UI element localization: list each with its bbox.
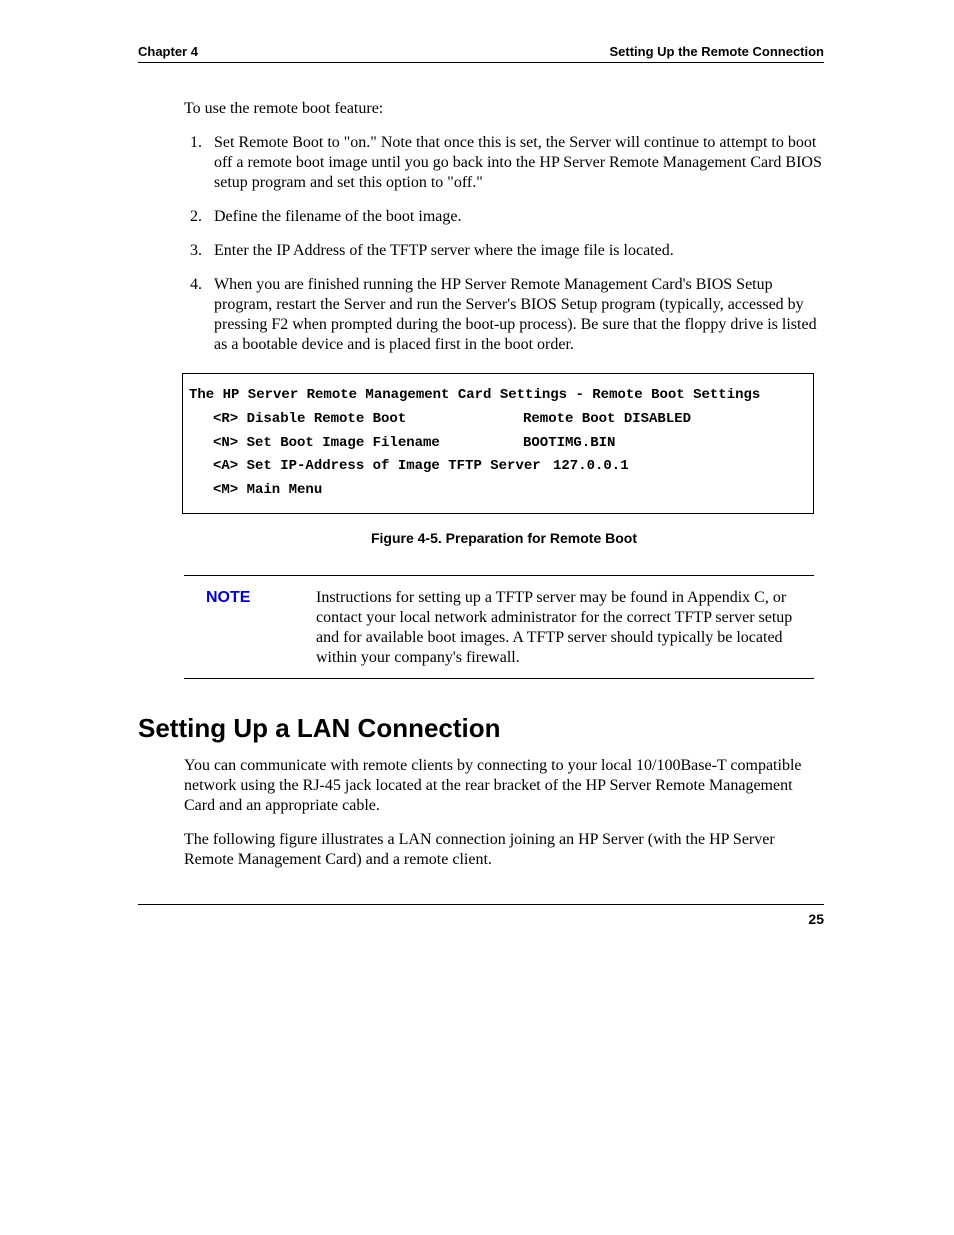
body-paragraph: You can communicate with remote clients … [184,756,824,816]
step-item: When you are finished running the HP Ser… [206,275,824,355]
bios-option: <R> Disable Remote Boot [213,408,523,432]
note-label: NOTE [206,588,316,668]
bios-row: <N> Set Boot Image Filename BOOTIMG.BIN [189,432,807,456]
note-block: NOTE Instructions for setting up a TFTP … [184,575,814,679]
page-content: To use the remote boot feature: Set Remo… [138,99,824,679]
figure-caption: Figure 4-5. Preparation for Remote Boot [184,530,824,548]
note-text: Instructions for setting up a TFTP serve… [316,588,806,668]
section-content: You can communicate with remote clients … [138,756,824,870]
step-item: Set Remote Boot to "on." Note that once … [206,133,824,193]
bios-row: <M> Main Menu [189,479,807,503]
section-heading: Setting Up a LAN Connection [138,713,824,744]
bios-settings-box: The HP Server Remote Management Card Set… [182,373,814,514]
bios-option: <M> Main Menu [213,479,523,503]
bios-row: <R> Disable Remote Boot Remote Boot DISA… [189,408,807,432]
header-chapter: Chapter 4 [138,44,198,59]
page: Chapter 4 Setting Up the Remote Connecti… [0,0,954,1235]
page-footer: 25 [138,904,824,927]
intro-text: To use the remote boot feature: [184,99,824,119]
bios-value: BOOTIMG.BIN [523,432,615,456]
header-topic: Setting Up the Remote Connection [610,44,825,59]
bios-option: <A> Set IP-Address of Image TFTP Server [213,455,553,479]
page-header: Chapter 4 Setting Up the Remote Connecti… [138,44,824,63]
bios-row: <A> Set IP-Address of Image TFTP Server … [189,455,807,479]
steps-list: Set Remote Boot to "on." Note that once … [184,133,824,355]
page-number: 25 [808,911,824,927]
step-item: Define the filename of the boot image. [206,207,824,227]
step-item: Enter the IP Address of the TFTP server … [206,241,824,261]
bios-value: 127.0.0.1 [553,455,629,479]
bios-title: The HP Server Remote Management Card Set… [189,384,807,408]
bios-option: <N> Set Boot Image Filename [213,432,523,456]
bios-value: Remote Boot DISABLED [523,408,691,432]
body-paragraph: The following figure illustrates a LAN c… [184,830,824,870]
